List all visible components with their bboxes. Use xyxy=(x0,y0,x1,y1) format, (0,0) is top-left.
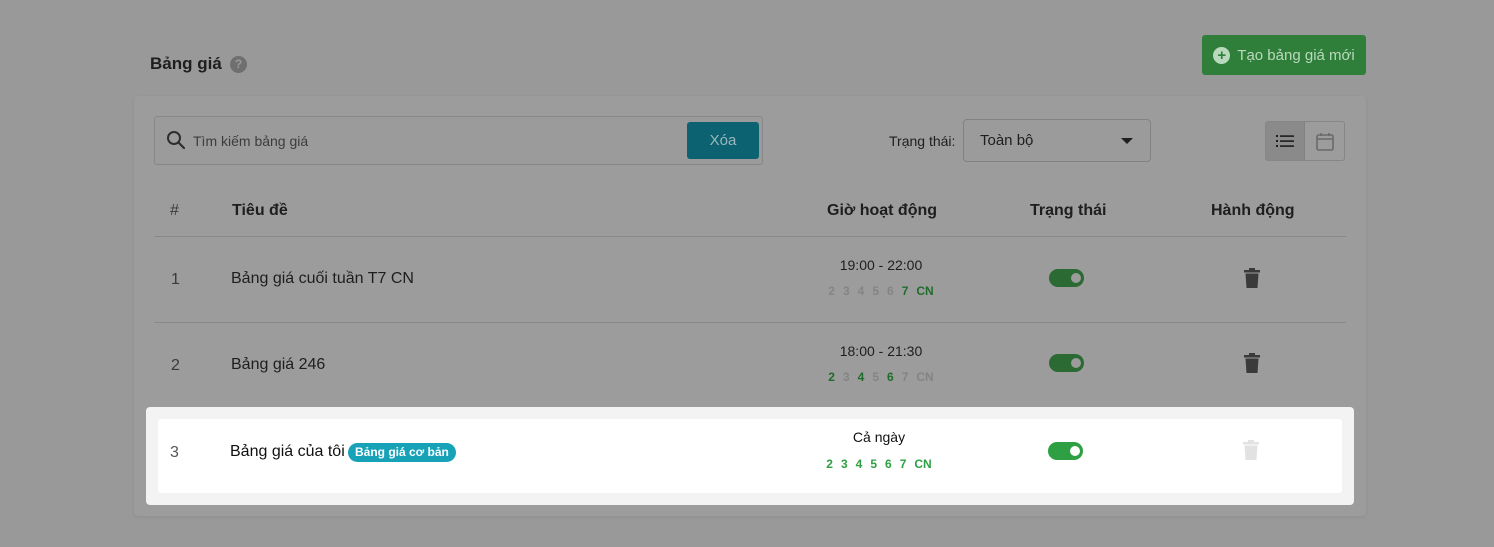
row-title[interactable]: Bảng giá 246 xyxy=(231,356,325,374)
default-price-list-badge: Bảng giá cơ bản xyxy=(348,443,456,462)
view-mode-toggle xyxy=(1265,121,1345,161)
column-header-index: # xyxy=(170,202,179,219)
day-label: 4 xyxy=(857,370,865,384)
day-label: 3 xyxy=(842,284,850,298)
day-label: 4 xyxy=(855,457,863,471)
row-days: 2 3 4 5 6 7 CN xyxy=(809,457,949,471)
day-label: CN xyxy=(914,457,932,471)
list-view-button[interactable] xyxy=(1266,122,1306,160)
day-label: 6 xyxy=(887,284,894,298)
row-title[interactable]: Bảng giá của tôi xyxy=(230,443,345,461)
row-days: 2 3 4 5 6 7 CN xyxy=(811,370,951,384)
row-divider xyxy=(154,322,1346,323)
status-toggle[interactable] xyxy=(1049,269,1084,287)
day-label: 7 xyxy=(899,457,907,471)
day-label: 3 xyxy=(840,457,848,471)
list-view-icon xyxy=(1276,135,1294,147)
status-filter-value: Toàn bộ xyxy=(980,132,1034,149)
status-toggle[interactable] xyxy=(1049,354,1084,372)
calendar-view-icon xyxy=(1315,132,1334,151)
day-label: 3 xyxy=(842,370,850,384)
status-toggle[interactable] xyxy=(1048,442,1083,460)
day-label: 7 xyxy=(901,284,909,298)
status-filter-label: Trạng thái: xyxy=(889,133,956,149)
create-button-label: Tạo bảng giá mới xyxy=(1237,46,1355,64)
header-divider xyxy=(154,236,1346,237)
column-header-title: Tiêu đề xyxy=(232,202,288,219)
day-label: 2 xyxy=(826,457,833,471)
trash-icon[interactable] xyxy=(1244,353,1260,373)
chevron-down-icon xyxy=(1121,138,1133,144)
day-label: CN xyxy=(916,284,934,298)
search-input[interactable] xyxy=(193,132,673,150)
column-header-actions: Hành động xyxy=(1211,202,1295,219)
day-label: 6 xyxy=(885,457,892,471)
day-label: 5 xyxy=(870,457,878,471)
day-label: 4 xyxy=(857,284,865,298)
day-label: CN xyxy=(916,370,934,384)
row-title[interactable]: Bảng giá cuối tuần T7 CN xyxy=(231,270,414,288)
trash-icon[interactable] xyxy=(1244,268,1260,288)
row-hours: 18:00 - 21:30 xyxy=(839,343,923,359)
page-title: Bảng giá xyxy=(150,54,222,73)
day-label: 6 xyxy=(887,370,894,384)
day-label: 2 xyxy=(828,370,835,384)
day-label: 2 xyxy=(828,284,835,298)
row-index: 3 xyxy=(170,444,179,461)
plus-circle-icon: + xyxy=(1213,46,1231,64)
day-label: 7 xyxy=(901,370,909,384)
column-header-hours: Giờ hoạt động xyxy=(827,202,938,219)
row-index: 1 xyxy=(171,271,180,288)
trash-icon xyxy=(1243,440,1259,460)
create-price-list-button[interactable]: + Tạo bảng giá mới xyxy=(1202,35,1366,75)
row-index: 2 xyxy=(171,357,180,374)
day-label: 5 xyxy=(872,284,880,298)
column-header-status: Trạng thái xyxy=(1030,202,1107,219)
row-days: 2 3 4 5 6 7 CN xyxy=(811,284,951,298)
question-circle-icon[interactable]: ? xyxy=(230,56,247,73)
day-label: 5 xyxy=(872,370,880,384)
clear-button[interactable]: Xóa xyxy=(687,122,759,159)
row-hours: Cả ngày xyxy=(852,429,906,445)
row-hours: 19:00 - 22:00 xyxy=(839,257,923,273)
calendar-view-button[interactable] xyxy=(1305,122,1344,160)
search-icon xyxy=(167,131,186,150)
